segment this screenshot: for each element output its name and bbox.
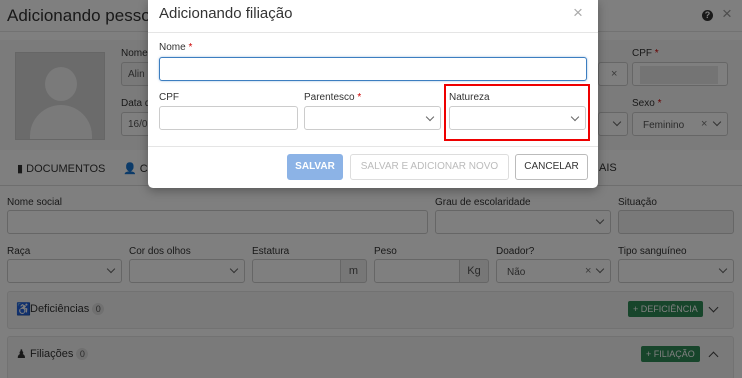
chevron-down-icon — [425, 112, 435, 122]
add-filiacao-modal: Adicionando filiação × Nome * CPF Parent… — [148, 0, 598, 188]
natureza-select[interactable] — [449, 106, 586, 130]
modal-header-divider — [148, 32, 598, 33]
close-icon[interactable]: × — [573, 4, 583, 21]
parentesco-label: Parentesco * — [304, 92, 362, 103]
parentesco-select[interactable] — [304, 106, 441, 130]
cancel-button[interactable]: CANCELAR — [515, 154, 588, 180]
save-and-add-new-button[interactable]: SALVAR E ADICIONAR NOVO — [350, 154, 509, 180]
modal-footer-divider — [148, 146, 598, 147]
nome-input[interactable] — [159, 57, 587, 81]
natureza-label: Natureza — [449, 92, 490, 103]
nome-label: Nome * — [159, 42, 193, 53]
save-button[interactable]: SALVAR — [287, 154, 343, 180]
chevron-down-icon — [570, 112, 580, 122]
cpf-input[interactable] — [159, 106, 298, 130]
cpf-label: CPF — [159, 92, 179, 103]
modal-title: Adicionando filiação — [159, 5, 293, 22]
